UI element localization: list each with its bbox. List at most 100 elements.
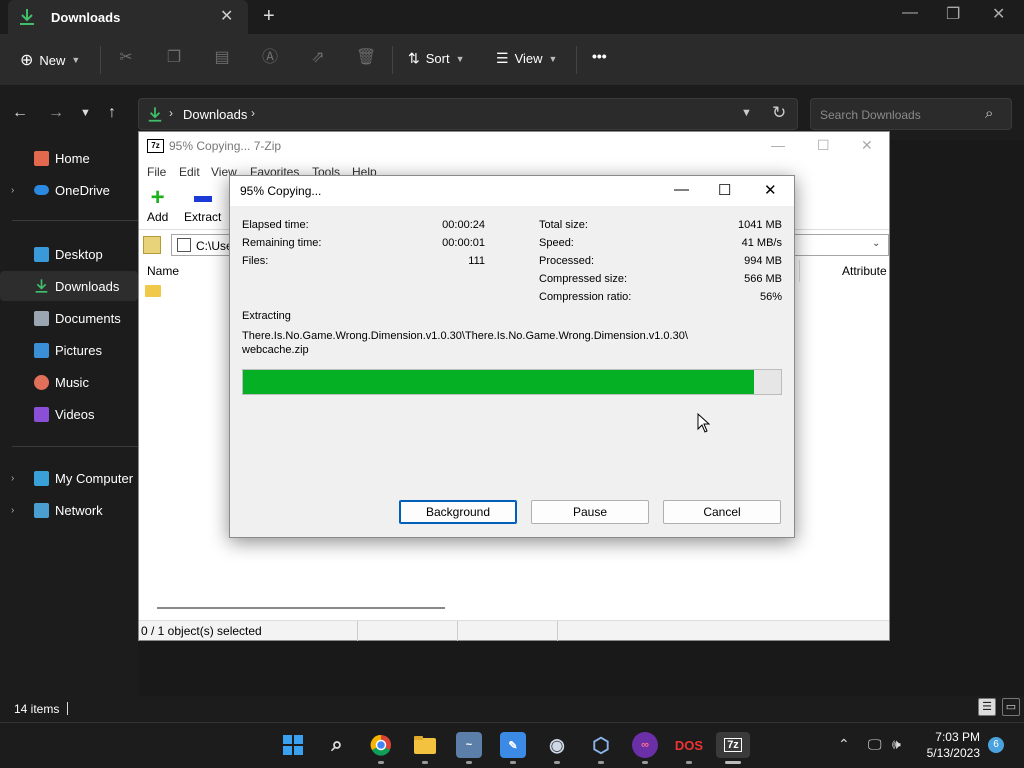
progress-bar-fill — [243, 370, 755, 394]
dosbox-icon[interactable]: DOS — [675, 732, 703, 758]
sidebar-item-documents[interactable]: Documents — [0, 303, 138, 333]
chevron-down-icon: ▼ — [71, 55, 81, 65]
details-view-icon[interactable]: ☰ — [978, 698, 996, 716]
sidebar-item-music[interactable]: Music — [0, 367, 138, 397]
sidebar-item-downloads[interactable]: Downloads — [0, 271, 138, 301]
new-tab-icon[interactable]: + — [263, 5, 275, 28]
restore-icon[interactable]: ❐ — [946, 4, 960, 24]
background-button[interactable]: Background — [399, 500, 517, 524]
infinity-app-icon[interactable]: ∞ — [632, 732, 658, 758]
delete-icon[interactable]: 🗑 — [356, 48, 376, 68]
rename-icon[interactable]: Ⓐ — [260, 48, 280, 68]
windows-logo-icon — [283, 735, 303, 755]
sidebar-item-label: Network — [55, 502, 103, 518]
sidebar-item-home[interactable]: Home — [0, 143, 138, 173]
cancel-button[interactable]: Cancel — [663, 500, 781, 524]
download-icon — [35, 279, 48, 293]
address-dropdown-icon[interactable]: ▼ — [741, 107, 752, 119]
path-text: C:\Use — [196, 239, 233, 253]
column-attributes[interactable]: Attribute — [842, 264, 887, 278]
tiles-view-icon[interactable]: ▭ — [1002, 698, 1020, 716]
operation-label: Extracting — [242, 310, 291, 322]
compression-ratio-value: 56% — [759, 291, 782, 303]
up-folder-icon[interactable] — [143, 236, 161, 254]
chevron-down-icon[interactable]: ⌄ — [872, 238, 880, 249]
new-button[interactable]: ⊕ New ▼ — [20, 50, 80, 70]
current-file-path: There.Is.No.Game.Wrong.Dimension.v1.0.30… — [242, 330, 688, 342]
breadcrumb-chevron-icon[interactable]: › — [169, 106, 173, 120]
cut-icon[interactable]: ✂ — [116, 48, 136, 68]
7zip-title-bar: 7z 95% Copying... 7-Zip — ☐ ✕ — [139, 132, 889, 162]
divider — [67, 702, 68, 715]
minimize-icon[interactable]: — — [902, 4, 918, 22]
menu-edit[interactable]: Edit — [179, 165, 200, 179]
virtualbox-icon[interactable]: ⬡ — [588, 732, 614, 758]
horizontal-scrollbar[interactable] — [157, 607, 445, 609]
recent-locations-chevron-icon[interactable]: ▼ — [80, 107, 91, 119]
file-explorer-icon[interactable] — [412, 732, 438, 758]
share-icon[interactable]: ⇗ — [308, 48, 328, 68]
column-name[interactable]: Name — [147, 264, 179, 278]
search-icon[interactable]: ⌕ — [324, 732, 350, 758]
running-indicator — [378, 761, 384, 764]
pause-button[interactable]: Pause — [531, 500, 649, 524]
extract-label: Extract — [184, 210, 222, 224]
folder-icon[interactable] — [145, 285, 161, 297]
7zip-icon[interactable]: 7z — [716, 732, 750, 758]
expand-chevron-icon[interactable]: › — [11, 185, 14, 196]
chrome-icon[interactable] — [368, 732, 394, 758]
sidebar-item-network[interactable]: › Network — [0, 495, 138, 525]
photo-viewer-icon[interactable]: ~ — [456, 732, 482, 758]
add-button[interactable]: + Add — [147, 186, 168, 225]
breadcrumb-downloads[interactable]: Downloads — [183, 107, 247, 122]
breadcrumb-chevron-icon[interactable]: › — [251, 106, 255, 120]
sort-label: Sort — [425, 51, 450, 66]
compression-ratio-label: Compression ratio: — [539, 291, 632, 303]
minimize-icon[interactable]: — — [771, 137, 785, 153]
sidebar-item-my-computer[interactable]: › My Computer — [0, 463, 138, 493]
network-monitor-icon[interactable]: 🖵 — [868, 736, 882, 753]
close-icon[interactable]: ✕ — [861, 137, 873, 154]
extract-button[interactable]: Extract — [184, 186, 221, 224]
paint-icon[interactable]: ✎ — [500, 732, 526, 758]
sidebar-item-onedrive[interactable]: › OneDrive — [0, 175, 138, 205]
current-file-name: webcache.zip — [242, 344, 309, 356]
sidebar-item-pictures[interactable]: Pictures — [0, 335, 138, 365]
forward-arrow-icon[interactable]: → — [48, 104, 64, 122]
refresh-icon[interactable]: ↻ — [772, 103, 786, 123]
search-box[interactable]: Search Downloads ⌕ — [810, 98, 1012, 130]
divider — [557, 621, 558, 641]
speed-value: 41 MB/s — [741, 237, 782, 249]
close-icon[interactable]: ✕ — [764, 181, 777, 199]
view-button[interactable]: ☰ View ▼ — [496, 50, 557, 67]
start-icon[interactable] — [280, 732, 306, 758]
maximize-icon[interactable]: ☐ — [718, 181, 731, 199]
pictures-icon — [34, 342, 49, 358]
expand-chevron-icon[interactable]: › — [11, 505, 14, 516]
address-bar[interactable]: › Downloads › ▼ ↻ — [138, 98, 798, 130]
divider — [12, 220, 138, 221]
sidebar-item-videos[interactable]: Videos — [0, 399, 138, 429]
minimize-icon[interactable]: — — [674, 181, 689, 198]
running-indicator — [642, 761, 648, 764]
up-arrow-icon[interactable]: ↑ — [108, 104, 116, 122]
close-tab-icon[interactable]: ✕ — [220, 6, 233, 26]
show-hidden-icons-chevron-icon[interactable]: ⌃ — [838, 736, 850, 753]
maximize-icon[interactable]: ☐ — [817, 137, 830, 154]
tab-downloads[interactable]: Downloads ✕ — [8, 0, 248, 34]
volume-icon[interactable]: 🕪 — [892, 736, 901, 753]
more-options-button[interactable]: ••• — [592, 48, 607, 64]
sidebar-item-desktop[interactable]: Desktop — [0, 239, 138, 269]
sort-button[interactable]: ⇅ Sort ▼ — [408, 50, 465, 67]
steam-icon[interactable]: ◉ — [544, 732, 570, 758]
paste-icon[interactable]: ▤ — [212, 48, 232, 68]
menu-file[interactable]: File — [147, 165, 166, 179]
system-clock[interactable]: 7:03 PM 5/13/2023 — [918, 729, 980, 761]
notification-badge[interactable]: 6 — [988, 737, 1004, 753]
divider — [457, 621, 458, 641]
expand-chevron-icon[interactable]: › — [11, 473, 14, 484]
close-window-icon[interactable]: ✕ — [992, 4, 1005, 24]
back-arrow-icon[interactable]: ← — [12, 104, 28, 122]
taskbar: ⌕ ~ ✎ ◉ ⬡ ∞ DOS 7z ⌃ 🖵 🕪 7:03 PM 5/13/20… — [0, 722, 1024, 768]
copy-icon[interactable]: ❐ — [164, 48, 184, 68]
